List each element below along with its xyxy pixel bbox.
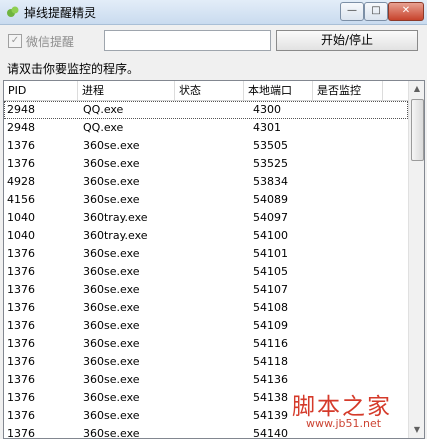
table-row[interactable]: 1376 360se.exe 53505 — [4, 137, 408, 155]
pid-cell: 1376 — [7, 409, 35, 422]
port-cell: 54118 — [253, 355, 288, 368]
table-row[interactable]: 2948 QQ.exe 4301 — [4, 119, 408, 137]
process-cell: 360se.exe — [83, 193, 140, 206]
process-cell: 360se.exe — [83, 175, 140, 188]
port-cell: 53525 — [253, 157, 288, 170]
pid-cell: 2948 — [7, 121, 35, 134]
port-cell: 54105 — [253, 265, 288, 278]
port-cell: 54107 — [253, 283, 288, 296]
start-stop-button[interactable]: 开始/停止 — [276, 30, 418, 51]
list-header: PID 进程 状态 本地端口 是否监控 — [4, 81, 408, 101]
watermark-url: www.jb51.net — [306, 417, 382, 430]
process-cell: QQ.exe — [83, 121, 124, 134]
title-bar: 掉线提醒精灵 — □ ✕ — [0, 0, 427, 25]
process-cell: 360se.exe — [83, 409, 140, 422]
watermark: 脚本之家 www.jb51.net — [292, 387, 422, 437]
maximize-button[interactable]: □ — [364, 2, 388, 21]
column-header-process[interactable]: 进程 — [78, 81, 175, 100]
process-cell: QQ.exe — [83, 103, 124, 116]
port-cell: 54138 — [253, 391, 288, 404]
pid-cell: 1376 — [7, 319, 35, 332]
port-cell: 53834 — [253, 175, 288, 188]
process-cell: 360se.exe — [83, 247, 140, 260]
process-cell: 360tray.exe — [83, 211, 148, 224]
port-cell: 4300 — [253, 103, 281, 116]
column-header-port[interactable]: 本地端口 — [244, 81, 313, 100]
minimize-button[interactable]: — — [340, 2, 364, 21]
column-header-pid[interactable]: PID — [4, 81, 78, 100]
port-cell: 54108 — [253, 301, 288, 314]
process-cell: 360se.exe — [83, 319, 140, 332]
process-list[interactable]: PID 进程 状态 本地端口 是否监控 2948 QQ.exe 4300 2948 QQ… — [3, 80, 425, 439]
table-row[interactable]: 1040 360tray.exe 54097 — [4, 209, 408, 227]
port-cell: 54140 — [253, 427, 288, 439]
wechat-checkbox[interactable]: ✓ — [8, 34, 22, 48]
process-cell: 360se.exe — [83, 337, 140, 350]
table-row[interactable]: 1376 360se.exe 53525 — [4, 155, 408, 173]
table-row[interactable]: 1376 360se.exe 54116 — [4, 335, 408, 353]
port-cell: 54089 — [253, 193, 288, 206]
table-row[interactable]: 4928 360se.exe 53834 — [4, 173, 408, 191]
wechat-checkbox-label: 微信提醒 — [26, 35, 75, 49]
table-row[interactable]: 1376 360se.exe 54109 — [4, 317, 408, 335]
window-title: 掉线提醒精灵 — [24, 6, 97, 20]
scrollbar-thumb[interactable] — [411, 99, 424, 161]
pid-cell: 2948 — [7, 103, 35, 116]
pid-cell: 1376 — [7, 391, 35, 404]
pid-cell: 1376 — [7, 283, 35, 296]
table-row[interactable]: 4156 360se.exe 54089 — [4, 191, 408, 209]
instruction-text: 请双击你要监控的程序。 — [7, 62, 140, 76]
pid-cell: 4156 — [7, 193, 35, 206]
process-cell: 360se.exe — [83, 373, 140, 386]
pid-cell: 1040 — [7, 229, 35, 242]
process-cell: 360se.exe — [83, 391, 140, 404]
port-cell: 54139 — [253, 409, 288, 422]
column-header-state[interactable]: 状态 — [175, 81, 244, 100]
process-cell: 360se.exe — [83, 139, 140, 152]
table-row[interactable]: 1376 360se.exe 54101 — [4, 245, 408, 263]
pid-cell: 1376 — [7, 301, 35, 314]
process-cell: 360se.exe — [83, 355, 140, 368]
column-header-monitor[interactable]: 是否监控 — [313, 81, 383, 100]
pid-cell: 1376 — [7, 337, 35, 350]
port-cell: 54116 — [253, 337, 288, 350]
table-row[interactable]: 1376 360se.exe 54108 — [4, 299, 408, 317]
table-row[interactable]: 1376 360se.exe 54107 — [4, 281, 408, 299]
pid-cell: 1376 — [7, 427, 35, 439]
port-cell: 54100 — [253, 229, 288, 242]
pid-cell: 1040 — [7, 211, 35, 224]
pid-cell: 4928 — [7, 175, 35, 188]
process-cell: 360tray.exe — [83, 229, 148, 242]
table-row[interactable]: 1376 360se.exe 54118 — [4, 353, 408, 371]
process-cell: 360se.exe — [83, 427, 140, 439]
watermark-title: 脚本之家 — [292, 394, 392, 420]
process-cell: 360se.exe — [83, 265, 140, 278]
pid-cell: 1376 — [7, 265, 35, 278]
port-cell: 53505 — [253, 139, 288, 152]
port-cell: 54097 — [253, 211, 288, 224]
pid-cell: 1376 — [7, 373, 35, 386]
port-cell: 54101 — [253, 247, 288, 260]
wechat-input[interactable] — [104, 30, 271, 51]
table-row[interactable]: 2948 QQ.exe 4300 — [4, 101, 408, 119]
pid-cell: 1376 — [7, 355, 35, 368]
pid-cell: 1376 — [7, 247, 35, 260]
port-cell: 54109 — [253, 319, 288, 332]
vertical-scrollbar[interactable]: ▲ ▼ — [408, 81, 424, 438]
process-cell: 360se.exe — [83, 157, 140, 170]
table-row[interactable]: 1376 360se.exe 54105 — [4, 263, 408, 281]
pid-cell: 1376 — [7, 139, 35, 152]
table-row[interactable]: 1040 360tray.exe 54100 — [4, 227, 408, 245]
port-cell: 4301 — [253, 121, 281, 134]
app-leaf-icon — [7, 6, 19, 17]
scroll-up-arrow-icon[interactable]: ▲ — [409, 81, 424, 97]
port-cell: 54136 — [253, 373, 288, 386]
process-cell: 360se.exe — [83, 301, 140, 314]
process-cell: 360se.exe — [83, 283, 140, 296]
pid-cell: 1376 — [7, 157, 35, 170]
close-button[interactable]: ✕ — [388, 2, 424, 21]
